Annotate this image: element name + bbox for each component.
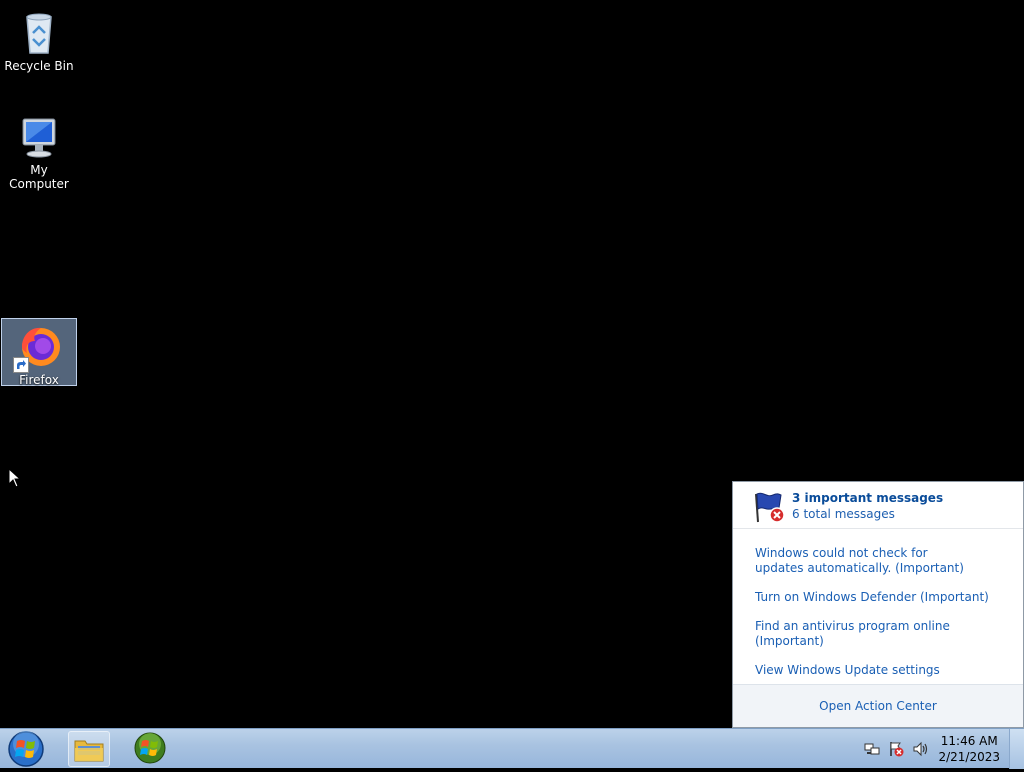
- desktop-icon-recycle-bin[interactable]: Recycle Bin: [1, 4, 77, 74]
- message-windows-update-check[interactable]: Windows could not check for updates auto…: [755, 546, 965, 576]
- desktop-icon-label: Firefox: [19, 373, 59, 387]
- windows-media-icon: [134, 732, 166, 764]
- clock-date: 2/21/2023: [938, 750, 1000, 764]
- action-center-flag-icon: [755, 492, 785, 523]
- desktop-icon-label: Recycle Bin: [4, 59, 74, 73]
- volume-icon[interactable]: [912, 741, 928, 757]
- taskbar-windows-media-button[interactable]: [130, 731, 172, 767]
- action-center-header: 3 important messages 6 total messages: [733, 482, 1023, 529]
- desktop-icon-label: My Computer: [9, 163, 69, 191]
- message-windows-defender[interactable]: Turn on Windows Defender (Important): [755, 590, 1015, 605]
- taskbar: 11:46 AM 2/21/2023: [0, 728, 1024, 769]
- network-icon[interactable]: [864, 741, 880, 757]
- message-update-settings[interactable]: View Windows Update settings: [755, 663, 1015, 678]
- show-desktop-button[interactable]: [1009, 729, 1024, 769]
- computer-icon: [15, 113, 63, 161]
- taskbar-file-explorer-button[interactable]: [68, 731, 110, 767]
- desktop-icon-my-computer[interactable]: My Computer: [1, 108, 77, 192]
- taskbar-clock[interactable]: 11:46 AM 2/21/2023: [938, 733, 1000, 765]
- important-messages-link[interactable]: 3 important messages: [792, 491, 943, 505]
- total-messages-link[interactable]: 6 total messages: [792, 507, 895, 521]
- recycle-bin-icon: [15, 9, 63, 57]
- action-center-popup: 3 important messages 6 total messages Wi…: [732, 481, 1024, 728]
- shortcut-arrow-icon: [13, 357, 29, 373]
- open-action-center-link[interactable]: Open Action Center: [733, 684, 1023, 727]
- start-button[interactable]: [6, 730, 46, 768]
- file-explorer-icon: [74, 740, 104, 762]
- action-center-flag-icon[interactable]: [888, 741, 904, 757]
- message-antivirus[interactable]: Find an antivirus program online (Import…: [755, 619, 1015, 649]
- windows-logo-icon: [8, 731, 44, 767]
- firefox-icon: [13, 323, 63, 373]
- clock-time: 11:46 AM: [940, 734, 998, 748]
- desktop-icon-firefox[interactable]: Firefox: [1, 318, 77, 387]
- message-list: Windows could not check for updates auto…: [755, 546, 1015, 692]
- mouse-cursor-icon: [8, 468, 22, 488]
